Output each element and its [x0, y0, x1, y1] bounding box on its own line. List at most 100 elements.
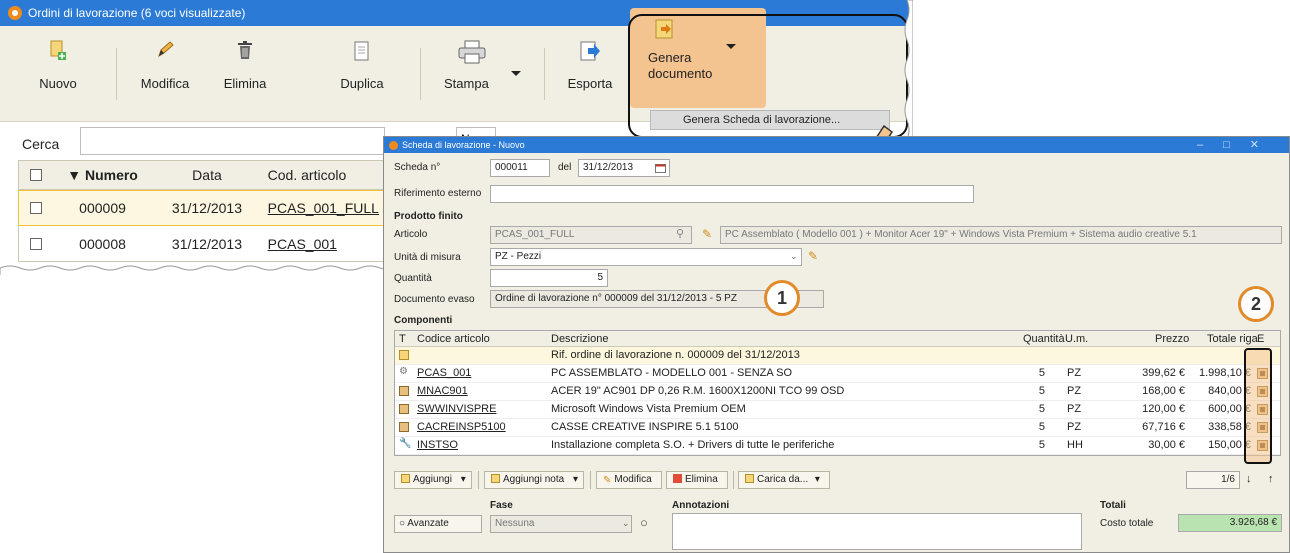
evaso-icon[interactable]	[1257, 386, 1268, 397]
cell-descrizione: CASSE CREATIVE INSPIRE 5.1 5100	[551, 421, 739, 433]
cell-descrizione: ACER 19" AC901 DP 0,26 R.M. 1600X1200NI …	[551, 385, 845, 397]
cell-cod-articolo-link[interactable]: PCAS_001	[262, 236, 387, 252]
quantita-field[interactable]: 5	[490, 269, 608, 287]
toolbar-separator	[478, 471, 479, 489]
fase-select[interactable]: Nessuna	[490, 515, 632, 533]
modifica-row-button[interactable]: ✎ Modifica	[596, 471, 662, 489]
search-icon[interactable]: ⚲	[676, 227, 684, 240]
stampa-dropdown-caret-icon[interactable]	[511, 71, 521, 76]
col-header-t[interactable]: T	[399, 333, 406, 345]
table-row[interactable]: SWWINVISPRE Microsoft Windows Vista Prem…	[395, 401, 1280, 419]
table-row[interactable]: CACREINSP5100 CASSE CREATIVE INSPIRE 5.1…	[395, 419, 1280, 437]
search-input[interactable]	[80, 127, 385, 155]
item-icon	[399, 404, 409, 414]
chevron-down-icon[interactable]: ⌄	[790, 251, 798, 262]
cell-codice-link[interactable]: PCAS_001	[417, 367, 471, 379]
avanzate-toggle[interactable]: ○ Avanzate	[394, 515, 482, 533]
col-header-prezzo[interactable]: Prezzo	[1155, 333, 1189, 345]
evaso-icon[interactable]	[1257, 368, 1268, 379]
pager: 1/6	[1186, 471, 1240, 489]
col-header-descrizione[interactable]: Descrizione	[551, 333, 608, 345]
genera-dropdown-caret-icon[interactable]	[726, 44, 736, 49]
move-down-icon[interactable]: ↓	[1246, 473, 1252, 485]
riferimento-field[interactable]	[490, 185, 974, 203]
cell-quantita: 5	[1038, 439, 1045, 451]
chevron-down-icon[interactable]: ▾	[573, 474, 578, 485]
row-checkbox[interactable]	[29, 202, 42, 214]
elimina-button[interactable]: Elimina	[214, 26, 276, 122]
componenti-grid-header: T Codice articolo Descrizione Quantità U…	[395, 331, 1280, 347]
table-row[interactable]: Rif. ordine di lavorazione n. 000009 del…	[395, 347, 1280, 365]
aggiungi-button[interactable]: Aggiungi ▾	[394, 471, 472, 489]
carica-da-button[interactable]: Carica da... ▾	[738, 471, 830, 489]
column-header-cod-articolo[interactable]: Cod. articolo	[262, 167, 387, 183]
col-header-codice[interactable]: Codice articolo	[417, 333, 490, 345]
column-header-data[interactable]: Data	[152, 167, 261, 183]
duplica-button[interactable]: Duplica	[332, 26, 392, 122]
genera-label-line1: Genera	[648, 50, 692, 65]
window-controls[interactable]: –□✕	[1197, 138, 1279, 151]
table-row[interactable]: 🔧 INSTSO Installazione completa S.O. + D…	[395, 437, 1280, 455]
modifica-label: Modifica	[140, 76, 190, 91]
annotazioni-textarea[interactable]	[672, 513, 1082, 550]
cell-um: PZ	[1067, 421, 1082, 433]
chevron-down-icon[interactable]: ⌄	[622, 518, 630, 529]
evaso-icon[interactable]	[1257, 422, 1268, 433]
cell-um: PZ	[1067, 403, 1082, 415]
evaso-icon[interactable]	[1257, 440, 1268, 451]
chevron-down-icon[interactable]: ▾	[815, 474, 820, 485]
nuovo-button[interactable]: Nuovo	[28, 26, 88, 122]
pencil-icon[interactable]: ✎	[702, 227, 712, 241]
cell-codice-link[interactable]: MNAC901	[417, 385, 468, 397]
sort-desc-icon: ▼	[67, 167, 82, 183]
elimina-row-label: Elimina	[685, 474, 718, 485]
elimina-label: Elimina	[223, 76, 267, 91]
articolo-label: Articolo	[394, 229, 428, 240]
table-row[interactable]: 000008 31/12/2013 PCAS_001	[18, 226, 388, 262]
pencil-icon[interactable]: ✎	[808, 249, 818, 263]
col-header-quantita[interactable]: Quantità	[1023, 333, 1065, 345]
fase-label: Fase	[490, 500, 513, 511]
cell-cod-articolo-link[interactable]: PCAS_001_FULL	[262, 200, 387, 216]
genera-label-line2: documento	[648, 66, 713, 81]
cell-codice-link[interactable]: CACREINSP5100	[417, 421, 506, 433]
radio-icon: ○	[399, 518, 406, 529]
row-checkbox[interactable]	[29, 237, 42, 250]
stampa-button[interactable]: Stampa	[432, 26, 532, 122]
delete-icon	[673, 474, 682, 483]
unita-label: Unità di misura	[394, 252, 461, 263]
cell-codice-link[interactable]: INSTSO	[417, 439, 458, 451]
calendar-icon[interactable]	[655, 163, 666, 173]
evaso-icon[interactable]	[1257, 404, 1268, 415]
select-all-checkbox[interactable]	[29, 169, 42, 181]
cell-codice-link[interactable]: SWWINVISPRE	[417, 403, 496, 415]
cell-quantita: 5	[1038, 367, 1045, 379]
elimina-row-button[interactable]: Elimina	[666, 471, 728, 489]
scheda-window-title: Scheda di lavorazione - Nuovo	[402, 140, 525, 150]
column-header-numero[interactable]: ▼ Numero	[53, 167, 152, 183]
genera-documento-button[interactable]: Genera documento	[630, 8, 766, 108]
esporta-button[interactable]: Esporta	[556, 26, 624, 122]
chevron-down-icon[interactable]: ▾	[461, 474, 466, 485]
unita-select[interactable]: PZ - Pezzi	[490, 248, 802, 266]
col-header-e[interactable]: E	[1257, 333, 1264, 345]
col-header-totale[interactable]: Totale riga	[1207, 333, 1258, 345]
cell-quantita: 5	[1038, 403, 1045, 415]
table-row[interactable]: 000009 31/12/2013 PCAS_001_FULL	[18, 190, 388, 226]
table-row[interactable]: ⚙ PCAS_001 PC ASSEMBLATO - MODELLO 001 -…	[395, 365, 1280, 383]
item-icon	[399, 386, 409, 396]
fase-radio-icon[interactable]: ○	[640, 515, 648, 530]
scheda-n-label: Scheda n°	[394, 162, 441, 173]
col-header-um[interactable]: U.m.	[1065, 333, 1088, 345]
table-row[interactable]: MNAC901 ACER 19" AC901 DP 0,26 R.M. 1600…	[395, 383, 1280, 401]
cell-prezzo: 168,00 €	[1142, 385, 1185, 397]
move-up-icon[interactable]: ↑	[1268, 473, 1274, 485]
aggiungi-nota-button[interactable]: Aggiungi nota ▾	[484, 471, 584, 489]
cell-prezzo: 67,716 €	[1142, 421, 1185, 433]
modifica-button[interactable]: Modifica	[132, 26, 198, 122]
scheda-n-field[interactable]: 000011	[490, 159, 550, 177]
articolo-field[interactable]: PCAS_001_FULL	[490, 226, 692, 244]
cell-data: 31/12/2013	[171, 200, 242, 216]
app-logo-icon	[389, 140, 398, 150]
aggiungi-nota-label: Aggiungi nota	[503, 474, 565, 485]
